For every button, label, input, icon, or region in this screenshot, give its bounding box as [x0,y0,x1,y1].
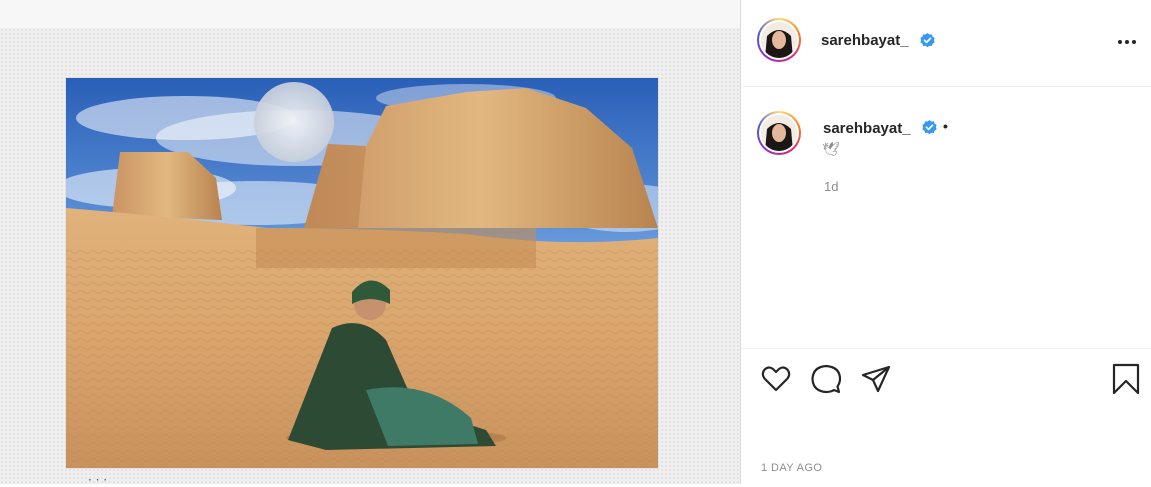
post-timestamp[interactable]: 1 DAY AGO [761,462,822,474]
post-username[interactable]: sarehbayat_ [821,32,909,49]
more-options-icon[interactable] [1115,30,1139,54]
avatar[interactable] [757,18,801,62]
comment-text: 🕊 [822,141,840,157]
heart-icon[interactable] [760,363,792,395]
comment-avatar[interactable] [757,111,801,155]
paper-plane-icon[interactable] [860,363,892,395]
follow-separator: • [943,118,948,134]
caption-glyph: · · · [88,473,108,487]
comment-icon[interactable] [810,363,842,395]
verified-badge-icon [922,120,937,135]
media-top-strip [0,0,740,28]
post-photo[interactable] [66,78,658,468]
comment-username[interactable]: sarehbayat_ [823,120,911,137]
actions-divider [741,348,1151,350]
post-side-panel: sarehbayat_ sarehbayat_ • 🕊 1d 1 DAY AGO [740,0,1151,484]
post-header: sarehbayat_ [741,0,1151,87]
verified-badge-icon [920,33,935,48]
bookmark-icon[interactable] [1110,363,1142,395]
comment-time[interactable]: 1d [824,179,838,194]
